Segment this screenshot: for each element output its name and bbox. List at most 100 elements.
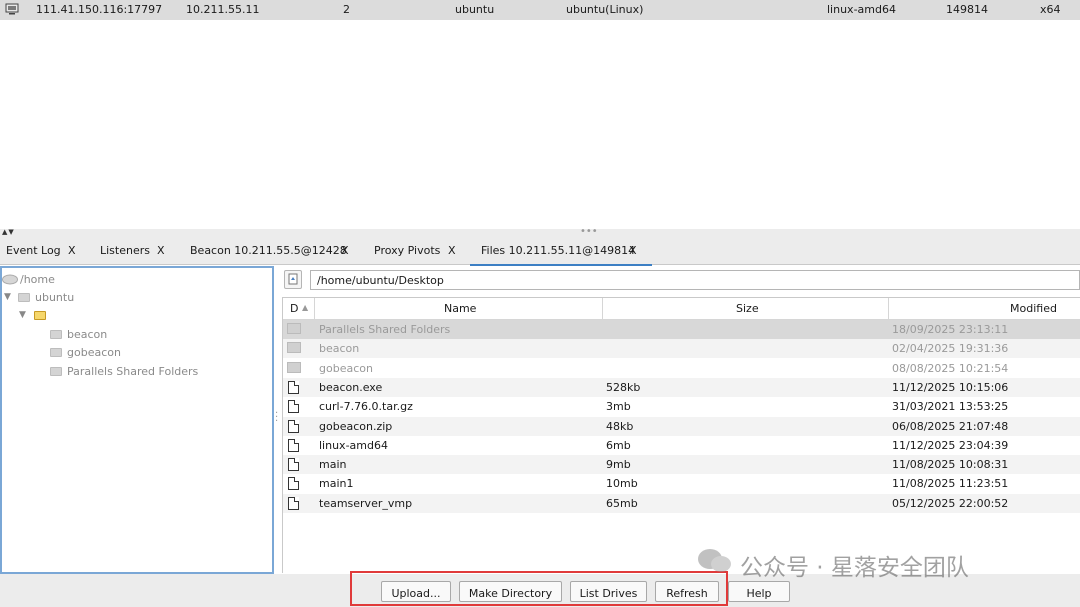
- folder-icon: [50, 348, 62, 357]
- tab-listeners[interactable]: Listeners X: [100, 239, 180, 265]
- file-name: beacon: [319, 342, 360, 356]
- tab-label: Event Log: [6, 244, 61, 257]
- file-row[interactable]: linux-amd64 6mb 11/12/2025 23:04:39: [283, 436, 1080, 455]
- file-modified: 11/12/2025 23:04:39: [892, 438, 1009, 452]
- tab-bar: Event Log X Listeners X Beacon 10.211.55…: [0, 239, 1080, 266]
- file-row[interactable]: beacon.exe 528kb 11/12/2025 10:15:06: [283, 377, 1080, 397]
- tab-proxy-pivots[interactable]: Proxy Pivots X: [374, 239, 469, 265]
- file-modified: 08/08/2025 10:21:54: [892, 361, 1009, 375]
- tree-item-ubuntu[interactable]: ▼ ubuntu: [2, 290, 202, 306]
- drive-icon: [2, 274, 18, 285]
- file-size: 65mb: [606, 496, 638, 510]
- collapse-arrows-icon[interactable]: ▲▼: [2, 228, 15, 236]
- session-process: linux-amd64: [827, 3, 896, 16]
- file-modified: 31/03/2021 13:53:25: [892, 400, 1009, 414]
- tree-item-gobeacon[interactable]: gobeacon: [2, 345, 202, 361]
- tree-label: gobeacon: [67, 346, 121, 359]
- tree-label: Parallels Shared Folders: [67, 365, 199, 378]
- tree-label: /home: [20, 273, 55, 286]
- file-icon: [288, 380, 299, 394]
- file-row[interactable]: Parallels Shared Folders 18/09/2025 23:13…: [283, 320, 1080, 339]
- splitter-grip-icon[interactable]: •••: [580, 226, 598, 237]
- watermark-text: 公众号 · 星落安全团队: [740, 555, 969, 581]
- open-folder-icon: [34, 311, 46, 320]
- file-size: 10mb: [606, 477, 638, 491]
- file-modified: 11/08/2025 11:23:51: [892, 477, 1009, 491]
- session-row[interactable]: 111.41.150.116:17797 10.211.55.11 2 ubun…: [0, 0, 1080, 20]
- file-name: linux-amd64: [319, 438, 388, 452]
- vertical-splitter-grip-icon[interactable]: · · ·: [275, 409, 278, 427]
- file-row[interactable]: beacon 02/04/2025 19:31:36: [283, 339, 1080, 359]
- file-name: main1: [319, 477, 354, 491]
- file-name: curl-7.76.0.tar.gz: [319, 400, 413, 414]
- up-folder-button[interactable]: [284, 270, 302, 289]
- session-pid: 149814: [946, 3, 988, 16]
- file-icon: [288, 419, 299, 433]
- expand-triangle-icon[interactable]: ▼: [19, 310, 26, 320]
- file-row[interactable]: curl-7.76.0.tar.gz 3mb 31/03/2021 13:53:25: [283, 397, 1080, 416]
- help-button[interactable]: Help: [728, 581, 790, 602]
- tree-item-root[interactable]: /home: [2, 272, 202, 288]
- tab-label: Files 10.211.55.11@149814: [481, 244, 636, 257]
- header-label: Name: [444, 302, 477, 315]
- file-modified: 02/04/2025 19:31:36: [892, 342, 1009, 356]
- folder-icon: [18, 293, 30, 302]
- session-user: ubuntu: [455, 3, 495, 16]
- close-icon[interactable]: X: [448, 244, 456, 257]
- tree-label: ubuntu: [35, 291, 75, 304]
- column-header-d[interactable]: D ▲: [283, 298, 315, 320]
- pane-splitter[interactable]: ▲▼ •••: [0, 226, 1080, 239]
- up-folder-icon: [288, 273, 298, 285]
- header-label: D: [290, 302, 299, 315]
- tab-label: Proxy Pivots: [374, 244, 441, 257]
- tab-beacon[interactable]: Beacon 10.211.55.5@12428 X: [190, 239, 365, 265]
- sort-asc-icon: ▲: [302, 303, 309, 312]
- session-computer: ubuntu(Linux): [566, 3, 644, 16]
- close-icon[interactable]: X: [629, 244, 637, 257]
- annotation-highlight-box: [350, 571, 728, 606]
- file-size: 48kb: [606, 419, 634, 433]
- close-icon[interactable]: X: [68, 244, 76, 257]
- header-label: Modified: [1010, 302, 1057, 315]
- file-row[interactable]: gobeacon.zip 48kb 06/08/2025 21:07:48: [283, 416, 1080, 436]
- path-bar: [284, 270, 1080, 290]
- column-header-name[interactable]: Name: [315, 298, 603, 320]
- tree-item-beacon[interactable]: beacon: [2, 327, 202, 343]
- file-row[interactable]: main 9mb 11/08/2025 10:08:31: [283, 455, 1080, 475]
- session-internal-ip: 10.211.55.11: [186, 3, 260, 16]
- folder-icon: [50, 330, 62, 339]
- wechat-logo-icon: [698, 549, 731, 572]
- file-name: gobeacon.zip: [319, 419, 393, 433]
- folder-icon: [50, 367, 62, 376]
- file-modified: 11/12/2025 10:15:06: [892, 380, 1009, 394]
- folder-icon: [287, 361, 301, 373]
- tab-event-log[interactable]: Event Log X: [6, 239, 96, 265]
- tab-files[interactable]: Files 10.211.55.11@149814 X: [470, 239, 652, 266]
- close-icon[interactable]: X: [341, 244, 349, 257]
- file-row[interactable]: main1 10mb 11/08/2025 11:23:51: [283, 474, 1080, 493]
- tree-label: beacon: [67, 328, 108, 341]
- file-size: 528kb: [606, 380, 641, 394]
- folder-tree: /home ▼ ubuntu ▼ beacon gobeacon Paralle…: [0, 266, 274, 574]
- tab-label: Listeners: [100, 244, 150, 257]
- folder-icon: [287, 323, 301, 334]
- file-modified: 05/12/2025 22:00:52: [892, 496, 1009, 510]
- column-header-size[interactable]: Size: [603, 298, 889, 320]
- path-input[interactable]: [310, 270, 1080, 290]
- session-arch: x64: [1040, 3, 1061, 16]
- file-icon: [288, 458, 299, 472]
- file-name: teamserver_vmp: [319, 496, 413, 510]
- file-size: 6mb: [606, 438, 631, 452]
- file-modified: 18/09/2025 23:13:11: [892, 323, 1009, 336]
- file-size: 3mb: [606, 400, 631, 414]
- file-icon: [288, 438, 299, 452]
- file-row[interactable]: teamserver_vmp 65mb 05/12/2025 22:00:52: [283, 493, 1080, 513]
- file-row[interactable]: gobeacon 08/08/2025 10:21:54: [283, 359, 1080, 378]
- tree-item-desktop[interactable]: ▼: [2, 308, 202, 324]
- file-modified: 11/08/2025 10:08:31: [892, 458, 1009, 472]
- file-size: 9mb: [606, 458, 631, 472]
- tree-item-parallels[interactable]: Parallels Shared Folders: [2, 364, 222, 380]
- column-header-modified[interactable]: Modified: [889, 298, 1080, 320]
- close-icon[interactable]: X: [157, 244, 165, 257]
- expand-triangle-icon[interactable]: ▼: [4, 292, 11, 302]
